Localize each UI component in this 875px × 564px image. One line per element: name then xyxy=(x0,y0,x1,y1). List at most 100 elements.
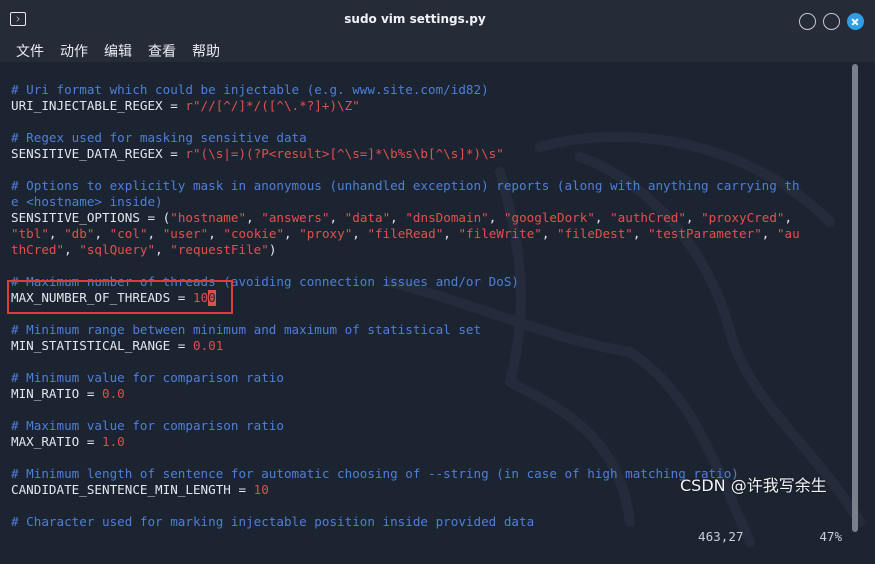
csdn-watermark: CSDN @许我写余生 xyxy=(680,476,827,495)
code-token: SENSITIVE_DATA_REGEX = xyxy=(11,146,186,161)
code-token: r"//[^/]*/([^\.*?]+)\Z" xyxy=(185,98,360,113)
code-token: , xyxy=(761,226,777,241)
code-line: thCred", "sqlQuery", "requestFile") xyxy=(11,242,800,258)
code-token: # Options to explicitly mask in anonymou… xyxy=(11,178,800,193)
code-line: # Maximum value for comparison ratio xyxy=(11,418,800,434)
code-token: "au xyxy=(776,226,800,241)
code-token: # Minimum range between minimum and maxi… xyxy=(11,322,482,337)
code-token: , xyxy=(685,210,702,225)
scrollbar[interactable] xyxy=(852,64,858,532)
code-token: , xyxy=(246,210,262,225)
code-token: "fileDest" xyxy=(557,226,633,241)
code-token: ) xyxy=(268,242,277,257)
code-token: thCred" xyxy=(11,242,65,257)
code-line: # Minimum range between minimum and maxi… xyxy=(11,322,800,338)
code-token: , xyxy=(784,210,793,225)
code-token: "col" xyxy=(109,226,148,241)
code-token: "authCred" xyxy=(610,210,686,225)
code-token: , xyxy=(594,210,611,225)
code-token: , xyxy=(64,242,80,257)
code-token: MAX_RATIO = xyxy=(11,434,102,449)
cursor-position: 463,27 xyxy=(698,529,744,544)
code-token: "fileRead" xyxy=(367,226,444,241)
code-token: "proxyCred" xyxy=(701,210,785,225)
code-token: "proxy" xyxy=(299,226,353,241)
code-line: # Options to explicitly mask in anonymou… xyxy=(11,178,800,194)
code-line: # Character used for marking injectable … xyxy=(11,514,800,530)
code-line: URI_INJECTABLE_REGEX = r"//[^/]*/([^\.*?… xyxy=(11,98,800,114)
code-token: , xyxy=(284,226,300,241)
code-line: e <hostname> inside) xyxy=(11,194,800,210)
code-token: , xyxy=(632,226,649,241)
code-token: , xyxy=(147,226,163,241)
code-token: # Regex used for masking sensitive data xyxy=(11,130,307,145)
code-line: MAX_RATIO = 1.0 xyxy=(11,434,800,450)
code-token: MIN_RATIO = xyxy=(11,386,102,401)
code-token: "requestFile" xyxy=(170,242,269,257)
code-token: "data" xyxy=(344,210,391,225)
maximize-button[interactable] xyxy=(823,13,840,30)
code-token: # Maximum value for comparison ratio xyxy=(11,418,284,433)
terminal-window: sudo vim settings.py 文件 动作 编辑 查看 帮助 # Ur… xyxy=(0,0,875,564)
annotation-highlight-box xyxy=(7,280,233,314)
menu-bar: 文件 动作 编辑 查看 帮助 xyxy=(0,38,875,62)
code-token: "cookie" xyxy=(223,226,285,241)
code-token: , xyxy=(155,242,171,257)
code-token: "testParameter" xyxy=(648,226,762,241)
code-token: , xyxy=(488,210,504,225)
window-title: sudo vim settings.py xyxy=(344,12,486,26)
code-token: "googleDork" xyxy=(503,210,595,225)
vim-status-line: 463,27 47% xyxy=(698,529,842,544)
code-token: "dnsDomain" xyxy=(405,210,489,225)
code-token: "user" xyxy=(162,226,209,241)
menu-action[interactable]: 动作 xyxy=(60,41,88,61)
code-token: # Minimum length of sentence for automat… xyxy=(11,466,739,481)
code-token: r"(\s|=)(?P<result>[^\s=]*\b%s\b[^\s]*)\… xyxy=(185,146,504,161)
code-token: , xyxy=(208,226,224,241)
title-bar[interactable]: sudo vim settings.py xyxy=(0,0,875,38)
scroll-percent: 47% xyxy=(819,529,843,544)
code-token: 1.0 xyxy=(102,434,125,449)
menu-help[interactable]: 帮助 xyxy=(192,41,220,61)
code-token: , xyxy=(541,226,558,241)
menu-view[interactable]: 查看 xyxy=(148,41,176,61)
code-line: "tbl", "db", "col", "user", "cookie", "p… xyxy=(11,226,800,242)
code-token: MIN_STATISTICAL_RANGE = xyxy=(11,338,193,353)
code-token: "fileWrite" xyxy=(458,226,542,241)
code-line: # Regex used for masking sensitive data xyxy=(11,130,800,146)
code-token: # Character used for marking injectable … xyxy=(11,514,535,529)
code-token: "tbl" xyxy=(11,226,49,241)
code-token: "sqlQuery" xyxy=(79,242,156,257)
code-line: SENSITIVE_OPTIONS = ("hostname", "answer… xyxy=(11,210,800,226)
code-token: , xyxy=(329,210,345,225)
code-token: , xyxy=(352,226,368,241)
code-token: , xyxy=(443,226,459,241)
minimize-button[interactable] xyxy=(799,13,816,30)
code-token: 0.0 xyxy=(102,386,125,401)
code-token: , xyxy=(94,226,110,241)
code-token: , xyxy=(390,210,406,225)
menu-file[interactable]: 文件 xyxy=(16,41,44,61)
code-token: SENSITIVE_OPTIONS = ( xyxy=(11,210,171,225)
code-line: # Minimum value for comparison ratio xyxy=(11,370,800,386)
code-token: URI_INJECTABLE_REGEX = xyxy=(11,98,186,113)
code-line: MIN_STATISTICAL_RANGE = 0.01 xyxy=(11,338,800,354)
menu-edit[interactable]: 编辑 xyxy=(104,41,132,61)
code-token: , xyxy=(48,226,65,241)
code-token: 10 xyxy=(253,482,269,497)
code-token: "hostname" xyxy=(170,210,247,225)
close-button[interactable] xyxy=(847,13,864,30)
code-token: CANDIDATE_SENTENCE_MIN_LENGTH = xyxy=(11,482,254,497)
code-line: # Uri format which could be injectable (… xyxy=(11,82,800,98)
code-token: "db" xyxy=(64,226,95,241)
code-token: # Uri format which could be injectable (… xyxy=(11,82,489,97)
code-line: MIN_RATIO = 0.0 xyxy=(11,386,800,402)
code-line: SENSITIVE_DATA_REGEX = r"(\s|=)(?P<resul… xyxy=(11,146,800,162)
code-token: 0.01 xyxy=(192,338,224,353)
